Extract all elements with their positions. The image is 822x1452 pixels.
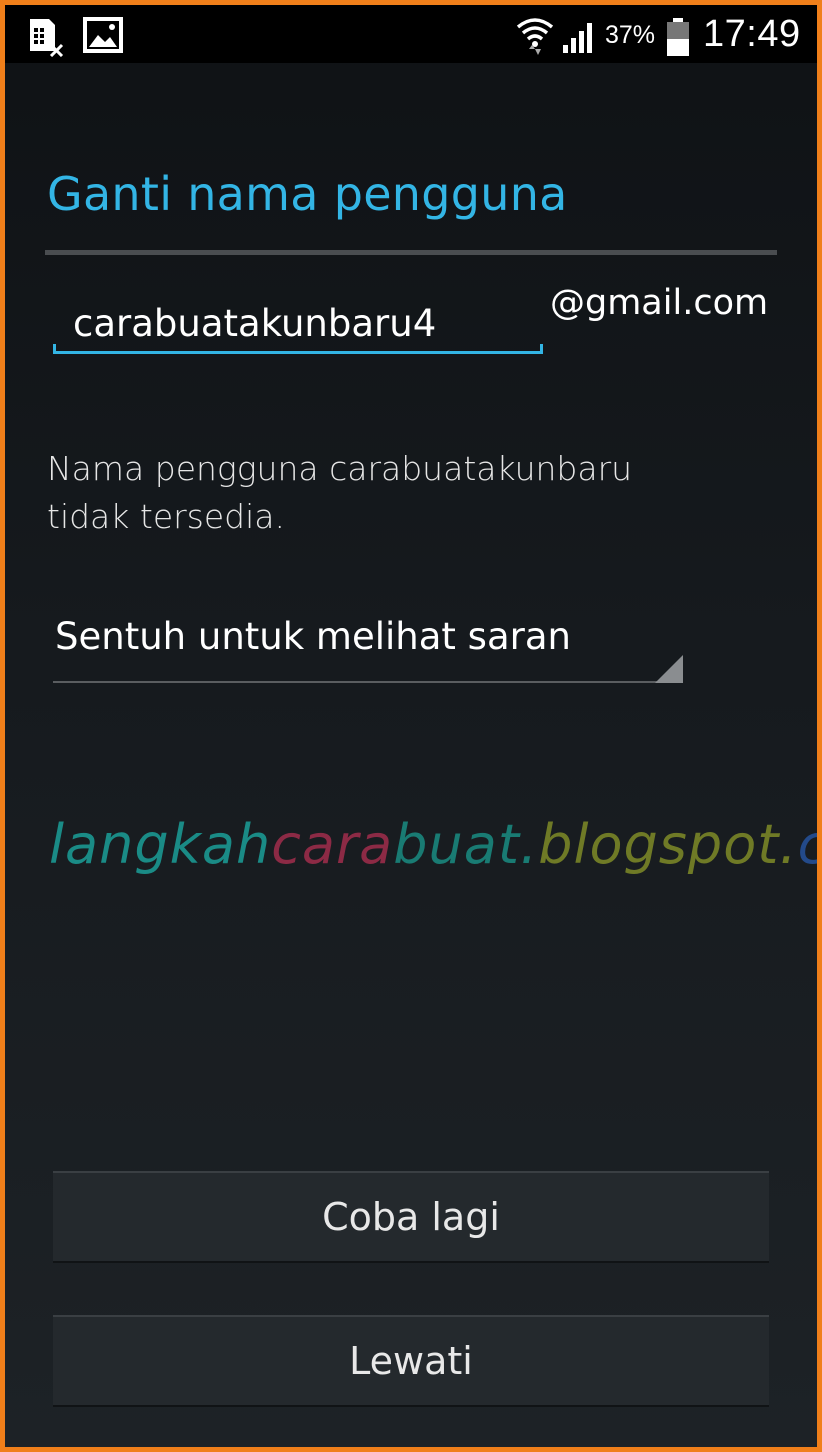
message-line-1: Nama pengguna carabuatakunbaru xyxy=(47,449,633,488)
clock: 17:49 xyxy=(703,13,801,55)
username-input[interactable] xyxy=(53,287,541,359)
watermark-part-3: buat. xyxy=(393,813,539,876)
screen-frame: 37% 17:49 Ganti nama pengguna @gmail.com… xyxy=(0,0,822,1452)
page-title: Ganti nama pengguna xyxy=(47,167,568,221)
suggestions-spinner-label: Sentuh untuk melihat saran xyxy=(55,615,571,658)
signal-icon xyxy=(563,23,592,53)
watermark-part-1: langkah xyxy=(49,813,272,876)
skip-button[interactable]: Lewati xyxy=(53,1315,769,1407)
wifi-icon xyxy=(516,18,554,55)
watermark: langkahcarabuat.blogspot.com xyxy=(49,813,817,876)
suggestions-spinner[interactable]: Sentuh untuk melihat saran xyxy=(53,611,683,683)
battery-icon xyxy=(667,18,689,56)
watermark-part-4: blogspot. xyxy=(538,813,798,876)
battery-percent: 37% xyxy=(605,21,656,49)
status-bar: 37% 17:49 xyxy=(5,5,817,63)
title-divider xyxy=(45,250,777,255)
spinner-triangle-icon xyxy=(655,655,683,683)
sim-card-icon xyxy=(30,19,64,57)
message-line-2: tidak tersedia. xyxy=(47,497,286,536)
spinner-underline xyxy=(53,681,683,683)
domain-suffix: @gmail.com xyxy=(550,283,769,323)
watermark-part-2: cara xyxy=(271,813,394,876)
availability-message: Nama pengguna carabuatakunbaru tidak ter… xyxy=(47,445,767,541)
image-icon xyxy=(83,17,123,53)
retry-button[interactable]: Coba lagi xyxy=(53,1171,769,1263)
username-input-underline xyxy=(53,344,543,354)
watermark-part-5: com xyxy=(798,813,817,876)
